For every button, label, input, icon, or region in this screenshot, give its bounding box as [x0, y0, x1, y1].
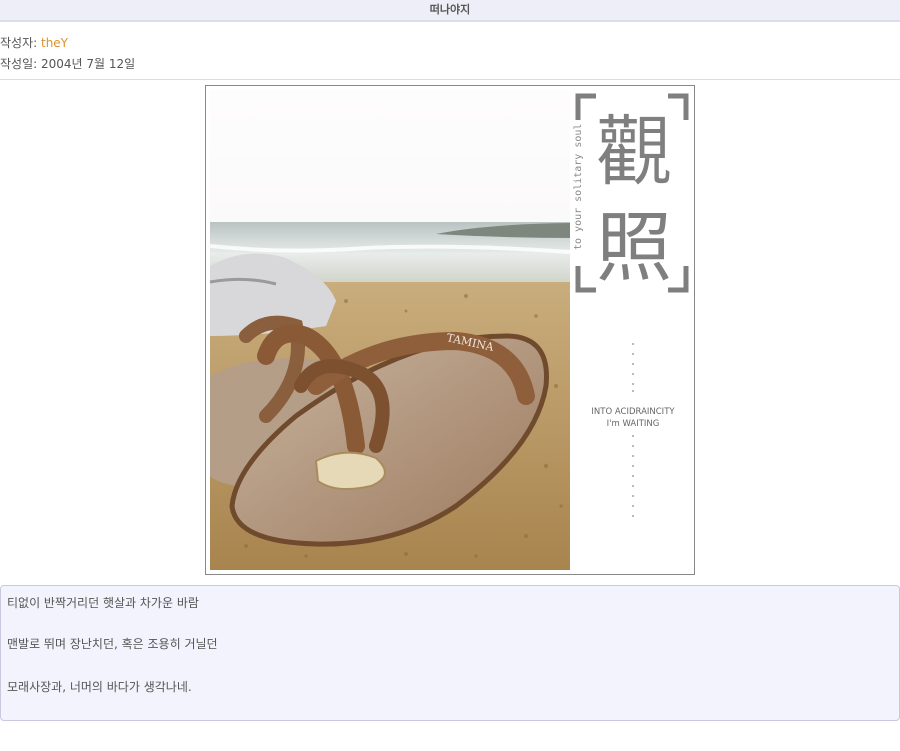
post-body: 티없이 반짝거리던 햇살과 차가운 바람 맨발로 뛰며 장난치던, 혹은 조용히…	[0, 585, 900, 721]
body-line: 티없이 반짝거리던 햇살과 차가운 바람	[7, 596, 199, 610]
body-line: 모래사장과, 너머의 바다가 생각나네.	[7, 680, 192, 694]
author-row: 작성자: theY	[0, 34, 68, 51]
author-link[interactable]: theY	[41, 36, 68, 50]
author-label: 작성자:	[0, 36, 41, 50]
waiting-text: I'm WAITING	[607, 419, 660, 429]
post-title: 떠나야지	[0, 0, 900, 22]
date-value: 2004년 7월 12일	[40, 57, 136, 71]
calligraphy-char-bottom: 照	[596, 203, 672, 292]
post-image: TAMINA 觀 照 to your solitary soul INTO AC…	[205, 85, 695, 575]
body-line: 맨발로 뛰며 장난치던, 혹은 조용히 거닐던	[7, 637, 218, 651]
date-label: 작성일:	[0, 57, 41, 71]
divider	[0, 79, 900, 80]
date-row: 작성일: 2004년 7월 12일	[0, 55, 135, 72]
beach-photo: TAMINA	[209, 90, 571, 570]
calligraphy-char-top: 觀	[596, 107, 672, 196]
vertical-caption: to your solitary soul	[573, 124, 584, 250]
into-text: INTO ACIDRAINCITY	[591, 407, 675, 417]
